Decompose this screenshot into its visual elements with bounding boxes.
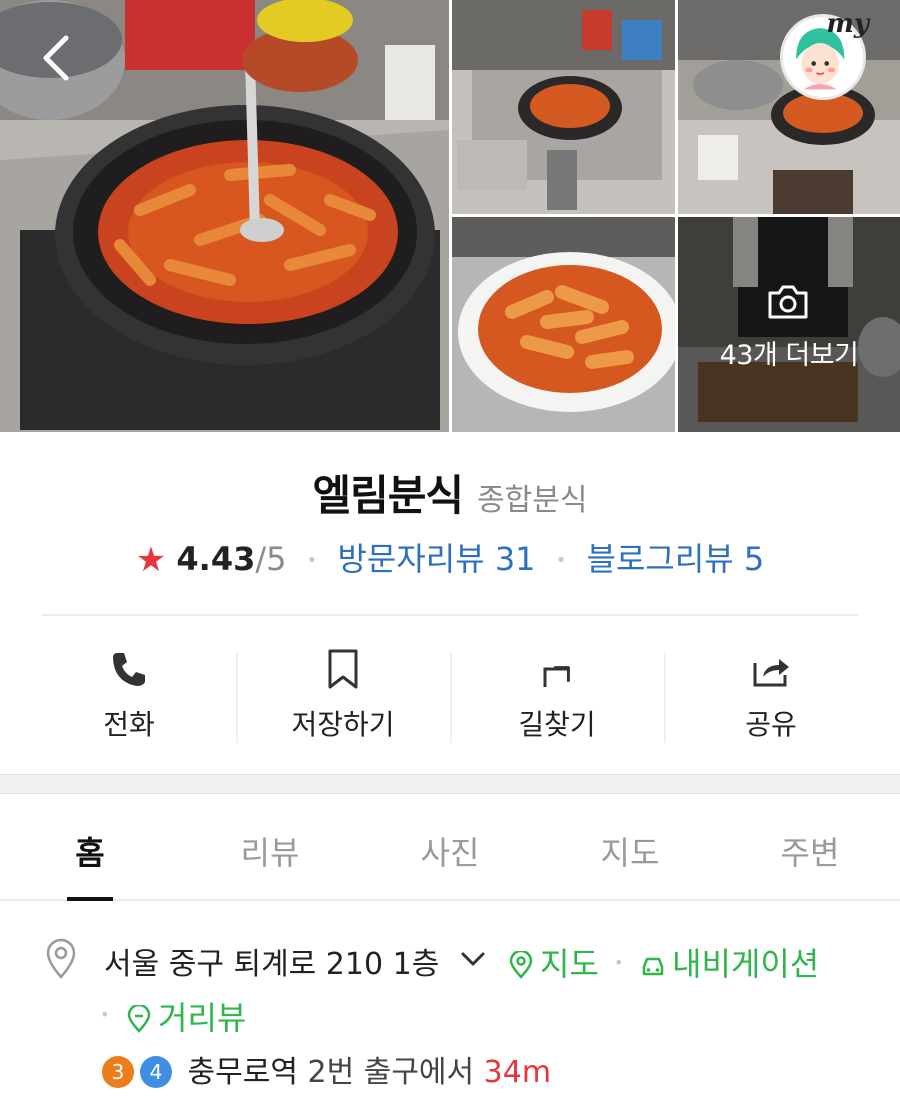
back-button[interactable] bbox=[30, 30, 86, 86]
more-photos-label: 43개 더보기 bbox=[719, 340, 859, 371]
rating-value: 4.43 bbox=[176, 540, 256, 578]
save-label: 저장하기 bbox=[291, 708, 395, 741]
separator-dot: • bbox=[100, 1005, 110, 1024]
separator-dot: • bbox=[306, 550, 318, 571]
visitor-reviews-link[interactable]: 방문자리뷰 31 bbox=[337, 540, 535, 578]
navigation-link-label: 내비게이션 bbox=[672, 945, 820, 983]
tab-reviews[interactable]: 리뷰 bbox=[180, 794, 360, 899]
separator-dot: • bbox=[614, 953, 624, 972]
directions-icon bbox=[543, 666, 570, 687]
place-info: 서울 중구 퇴계로 210 1층 지도 • 내비게이션 • 거리뷰 34 충무로… bbox=[0, 903, 900, 1100]
save-button[interactable]: 저장하기 bbox=[236, 637, 450, 757]
more-photos-button[interactable]: 43개 더보기 bbox=[678, 217, 900, 432]
map-pin-icon bbox=[509, 949, 533, 979]
exit-text: 2번 출구에서 bbox=[307, 1055, 475, 1090]
my-label: my bbox=[826, 9, 869, 39]
street-view-pin-icon bbox=[127, 1003, 151, 1033]
my-profile-avatar[interactable]: my bbox=[780, 9, 869, 100]
share-label: 공유 bbox=[745, 708, 797, 741]
phone-icon bbox=[113, 653, 145, 686]
station-name: 충무로역 bbox=[187, 1055, 298, 1090]
section-gap bbox=[0, 774, 900, 794]
address-text: 서울 중구 퇴계로 210 1층 bbox=[104, 947, 440, 982]
share-button[interactable]: 공유 bbox=[664, 637, 878, 757]
tab-nearby[interactable]: 주변 bbox=[720, 794, 900, 899]
divider bbox=[42, 614, 858, 616]
place-name: 엘림분식 bbox=[312, 471, 465, 520]
tab-map[interactable]: 지도 bbox=[540, 794, 720, 899]
place-category: 종합분식 bbox=[477, 483, 588, 518]
directions-label: 길찾기 bbox=[518, 708, 596, 741]
photo-tteokbokki-plate[interactable] bbox=[452, 217, 675, 432]
camera-icon bbox=[768, 285, 808, 319]
title-row: 엘림분식 종합분식 bbox=[0, 462, 900, 523]
location-pin-icon bbox=[46, 938, 76, 979]
tab-photos[interactable]: 사진 bbox=[360, 794, 540, 899]
car-icon bbox=[642, 957, 664, 976]
tab-home[interactable]: 홈 bbox=[0, 794, 180, 901]
rating-max: /5 bbox=[255, 540, 287, 578]
tab-bar: 홈 리뷰 사진 지도 주변 bbox=[0, 794, 900, 901]
map-link-label: 지도 bbox=[540, 945, 599, 983]
star-icon: ★ bbox=[135, 540, 167, 580]
call-button[interactable]: 전화 bbox=[22, 637, 236, 757]
bookmark-icon bbox=[328, 649, 358, 689]
photo-gallery: my 43개 더보기 bbox=[0, 0, 900, 432]
street-view-link[interactable]: 거리뷰 bbox=[126, 993, 246, 1039]
blog-reviews-link[interactable]: 블로그리뷰 5 bbox=[587, 540, 765, 578]
directions-button[interactable]: 길찾기 bbox=[450, 637, 664, 757]
chevron-left-icon bbox=[43, 35, 69, 81]
street-view-link-label: 거리뷰 bbox=[158, 999, 247, 1037]
share-icon bbox=[753, 659, 789, 687]
photo-restaurant-stove[interactable] bbox=[452, 0, 675, 214]
distance-value: 34m bbox=[483, 1055, 552, 1090]
navigation-link[interactable]: 내비게이션 bbox=[640, 939, 819, 985]
subway-line-3-badge: 3 bbox=[102, 1056, 134, 1088]
rating-row: ★ 4.43/5 • 방문자리뷰 31 • 블로그리뷰 5 bbox=[0, 534, 900, 580]
subway-row: 34 충무로역 2번 출구에서 34m bbox=[102, 1047, 551, 1091]
subway-line-4-badge: 4 bbox=[140, 1056, 172, 1088]
map-link[interactable]: 지도 bbox=[508, 939, 599, 985]
separator-dot: • bbox=[555, 550, 567, 571]
action-bar: 전화 저장하기 길찾기 공유 bbox=[22, 637, 878, 757]
call-label: 전화 bbox=[103, 708, 155, 741]
chevron-down-icon[interactable] bbox=[459, 949, 487, 969]
place-summary: 엘림분식 종합분식 ★ 4.43/5 • 방문자리뷰 31 • 블로그리뷰 5 전… bbox=[0, 432, 900, 774]
